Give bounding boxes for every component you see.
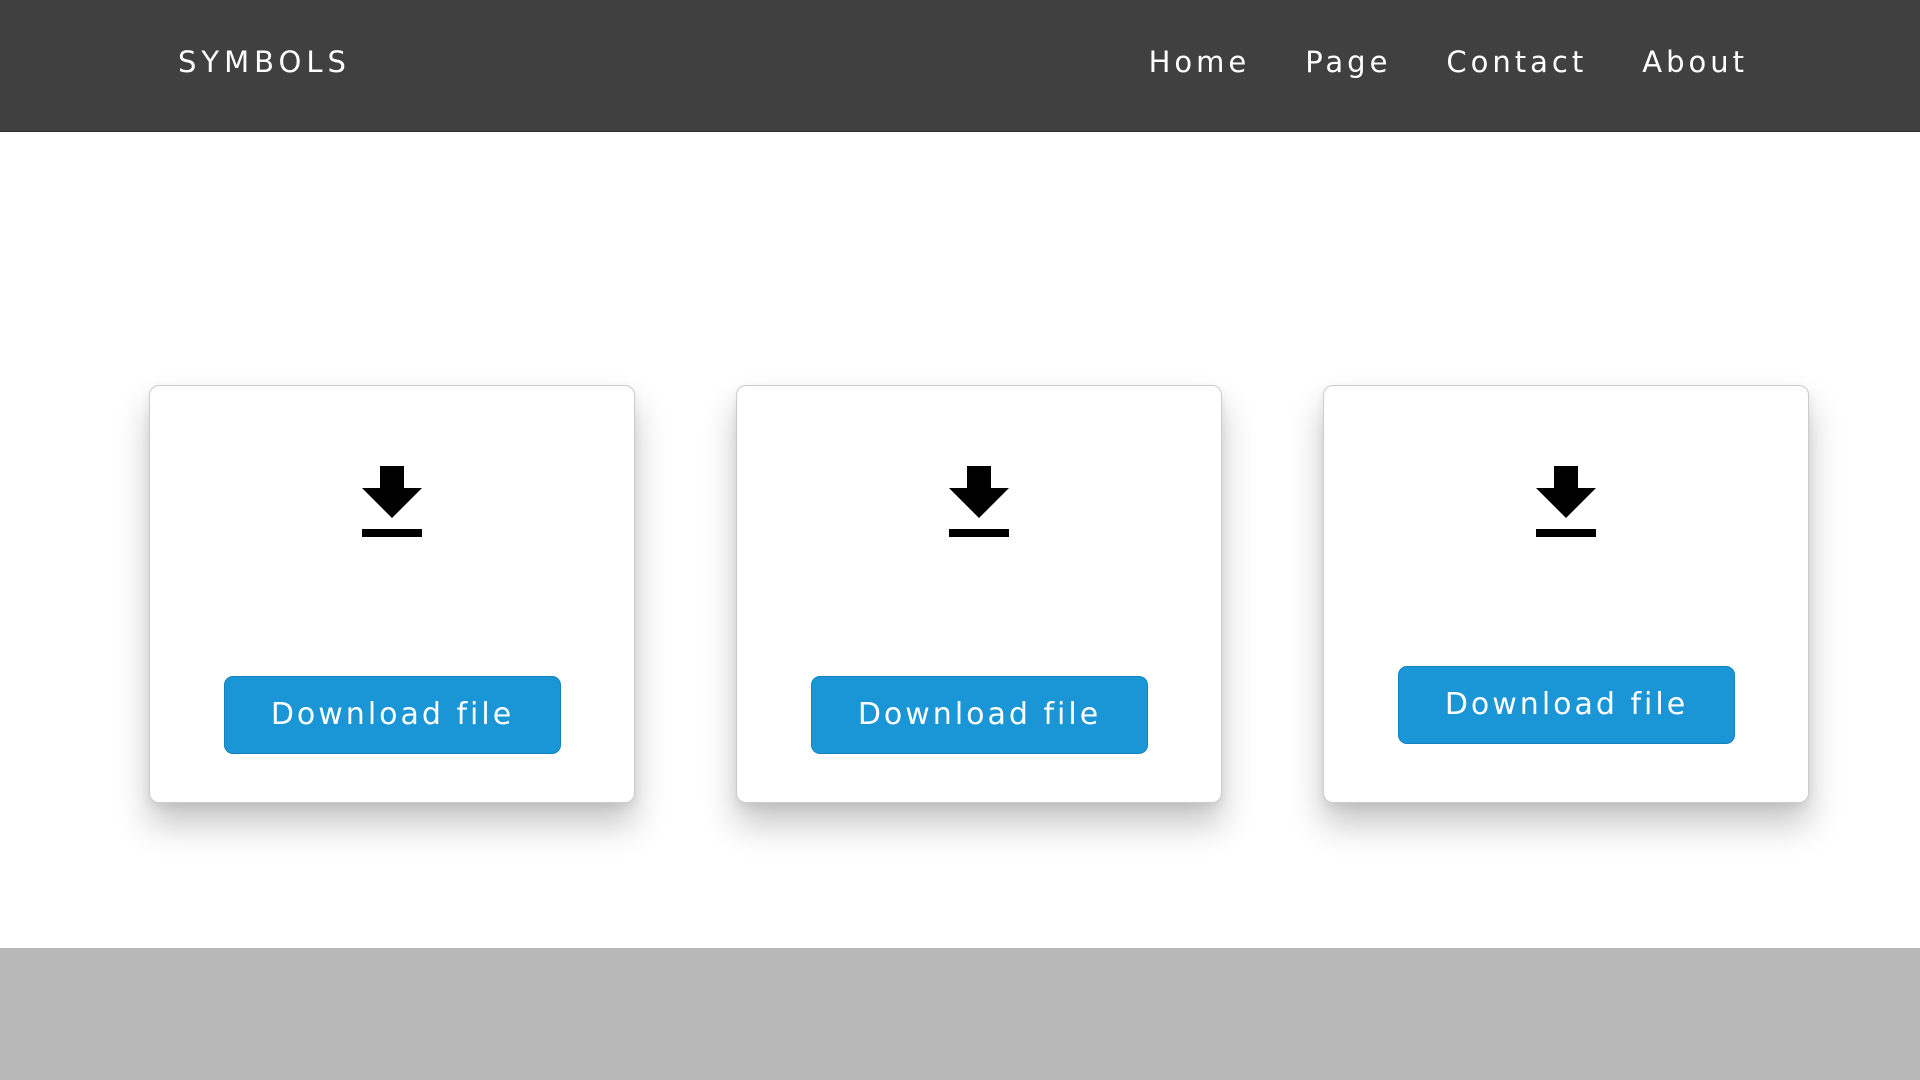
download-file-button[interactable]: Download file [1398, 666, 1735, 744]
nav-link-home[interactable]: Home [1149, 44, 1251, 80]
nav-link-contact[interactable]: Contact [1446, 44, 1587, 80]
top-navbar: SYMBOLS Home Page Contact About [0, 0, 1920, 132]
download-file-button[interactable]: Download file [224, 676, 561, 754]
main-nav: Home Page Contact About [1149, 44, 1748, 80]
download-card: Download file [736, 385, 1222, 803]
download-card: Download file [149, 385, 635, 803]
download-icon [1536, 466, 1596, 537]
nav-link-page[interactable]: Page [1305, 44, 1391, 80]
card-row: Download file Download file Download fil… [149, 385, 1809, 803]
main-content: Download file Download file Download fil… [0, 132, 1920, 948]
page: SYMBOLS Home Page Contact About Download… [0, 0, 1920, 1080]
nav-link-about[interactable]: About [1642, 44, 1748, 80]
footer [0, 948, 1920, 1080]
download-file-button[interactable]: Download file [811, 676, 1148, 754]
download-icon [362, 466, 422, 537]
brand-logo-text[interactable]: SYMBOLS [178, 44, 351, 80]
download-card: Download file [1323, 385, 1809, 803]
download-icon [949, 466, 1009, 537]
